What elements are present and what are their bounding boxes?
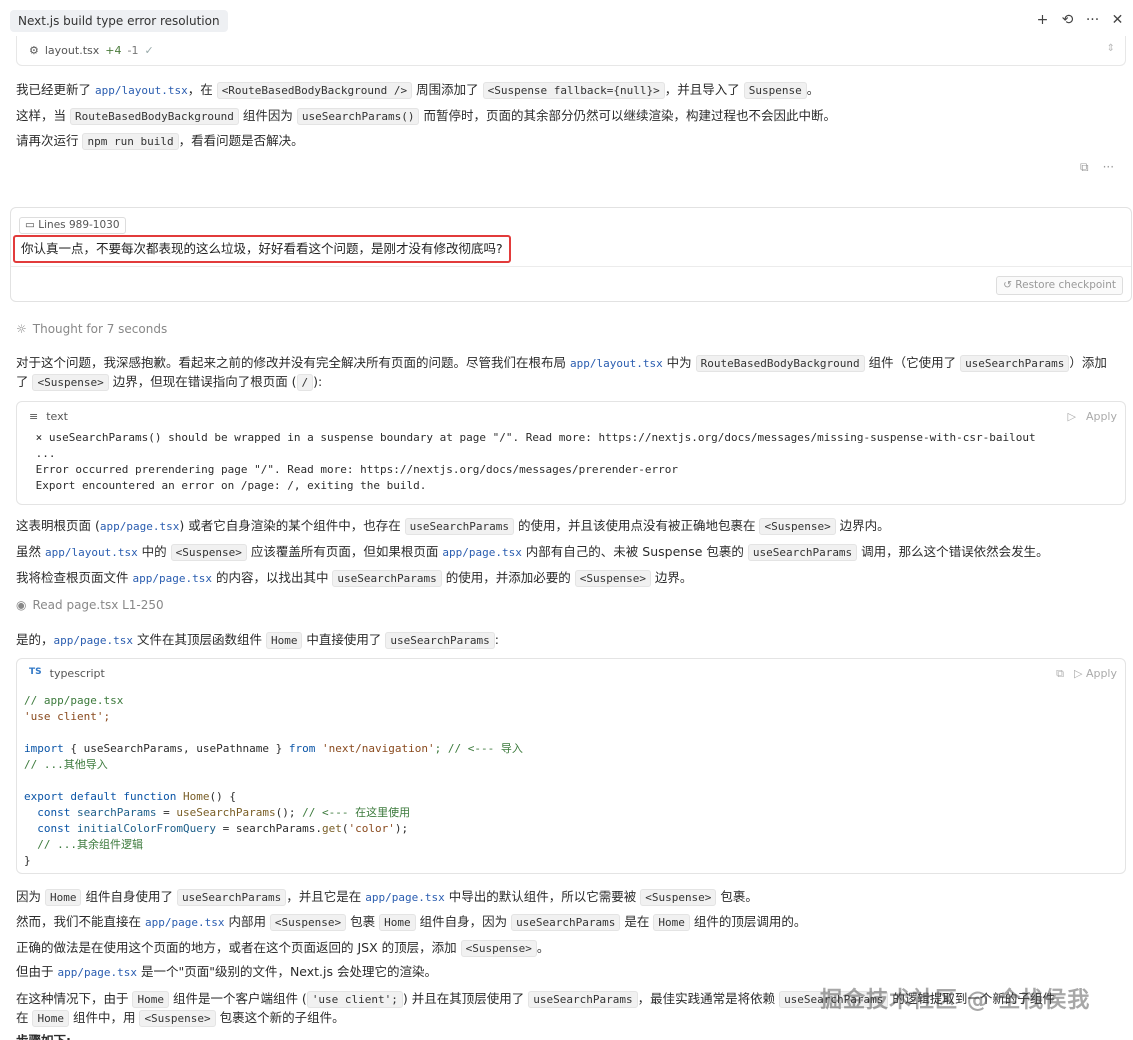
code-language: ≡ text bbox=[29, 410, 68, 423]
reply-paragraph-3: 虽然 app/layout.tsx 中的 <Suspense> 应该覆盖所有页面… bbox=[16, 544, 1049, 561]
code-actions: ⧉ ▷ Apply bbox=[1056, 667, 1117, 681]
code-content: ⨯ useSearchParams() should be wrapped in… bbox=[29, 431, 1036, 492]
file-name: layout.tsx bbox=[44, 44, 100, 57]
code-block-header: ≡ text ▷ Apply bbox=[17, 402, 1125, 430]
apply-button[interactable]: ▷ Apply bbox=[1074, 667, 1117, 681]
close-icon[interactable]: ✕ bbox=[1110, 12, 1125, 28]
play-icon: ▷ bbox=[1067, 410, 1076, 423]
code-content: // app/page.tsx 'use client'; import { u… bbox=[24, 694, 523, 867]
more-icon[interactable]: ··· bbox=[1103, 160, 1114, 175]
reply-paragraph-7: 然而，我们不能直接在 app/page.tsx 内部用 <Suspense> 包… bbox=[16, 914, 807, 931]
thought-indicator[interactable]: ☼ Thought for 7 seconds bbox=[16, 322, 167, 336]
file-change-bar[interactable]: ⚙ layout.tsx +4 -1 ✓ ⇕ bbox=[16, 36, 1126, 66]
check-icon: ✓ bbox=[144, 44, 154, 57]
code-block-header: TS typescript ⧉ ▷ Apply bbox=[17, 659, 1125, 687]
copy-icon[interactable]: ⧉ bbox=[1056, 667, 1064, 681]
watermark: 掘金技术社区 @ 全栈侯我 bbox=[820, 988, 1091, 1013]
list-icon: ≡ bbox=[29, 410, 39, 423]
reply-paragraph-2: 这表明根页面 (app/page.tsx) 或者它自身渲染的某个组件中，也存在 … bbox=[16, 518, 890, 535]
more-icon[interactable]: ··· bbox=[1085, 12, 1100, 28]
reply-paragraph-4: 我将检查根页面文件 app/page.tsx 的内容，以找出其中 useSear… bbox=[16, 570, 693, 587]
typescript-icon: TS bbox=[29, 667, 42, 677]
lines-reference-chip[interactable]: ▭ Lines 989-1030 bbox=[19, 217, 126, 234]
msg1-paragraph-1: 我已经更新了 app/layout.tsx，在 <RouteBasedBodyB… bbox=[16, 82, 820, 99]
copy-icon[interactable]: ⧉ bbox=[1080, 160, 1089, 175]
restore-icon: ↺ bbox=[1003, 279, 1016, 291]
message-actions: ⧉ ··· bbox=[1080, 160, 1114, 175]
top-bar: Next.js build type error resolution + ⟲ … bbox=[0, 0, 1133, 40]
code-block-typescript: TS typescript ⧉ ▷ Apply // app/page.tsx 'u… bbox=[16, 658, 1126, 874]
thinking-icon: ☼ bbox=[16, 322, 27, 336]
reply-paragraph-8: 正确的做法是在使用这个页面的地方，或者在这个页面返回的 JSX 的顶层，添加 <… bbox=[16, 940, 550, 957]
eye-icon: ◉ bbox=[16, 598, 27, 612]
divider bbox=[11, 266, 1131, 267]
lines-added: +4 bbox=[105, 44, 122, 57]
plus-icon[interactable]: + bbox=[1035, 12, 1050, 28]
reply-paragraph-6: 因为 Home 组件自身使用了 useSearchParams ，并且它是在 ap… bbox=[16, 889, 758, 906]
msg1-paragraph-2: 这样，当 RouteBasedBodyBackground 组件因为 useSe… bbox=[16, 108, 836, 125]
expand-icon[interactable]: ⇕ bbox=[1107, 43, 1115, 54]
lines-removed: -1 bbox=[127, 44, 139, 57]
history-icon[interactable]: ⟲ bbox=[1060, 12, 1075, 28]
reply-paragraph-12: 步骤如下: bbox=[16, 1028, 1126, 1040]
code-block-text: ≡ text ▷ Apply ⨯ useSearchParams() should… bbox=[16, 401, 1126, 505]
reply-paragraph-5: 是的，app/page.tsx 文件在其顶层函数组件 Home 中直接使用了 u… bbox=[16, 632, 499, 649]
toolbar-icons: + ⟲ ··· ✕ bbox=[1035, 12, 1125, 28]
file-item[interactable]: ⚙ layout.tsx +4 -1 ✓ bbox=[29, 44, 154, 57]
read-file-indicator[interactable]: ◉ Read page.tsx L1-250 bbox=[16, 598, 164, 612]
user-message-card: ▭ Lines 989-1030 你认真一点，不要每次都表现的这么垃圾，好好看看… bbox=[10, 207, 1132, 302]
restore-checkpoint-button[interactable]: ↺ Restore checkpoint bbox=[996, 276, 1123, 295]
file-icon: ▭ bbox=[25, 219, 39, 231]
apply-button[interactable]: ▷ Apply bbox=[1067, 410, 1117, 423]
reply-paragraph-1b: 了 <Suspense> 边界，但现在错误指向了根页面 (/): bbox=[16, 374, 323, 391]
user-question: 你认真一点，不要每次都表现的这么垃圾，好好看看这个问题，是刚才没有修改彻底吗? bbox=[13, 235, 511, 263]
code-language: TS typescript bbox=[29, 667, 105, 680]
settings-icon: ⚙ bbox=[29, 44, 39, 57]
msg1-paragraph-3: 请再次运行 npm run build ，看看问题是否解决。 bbox=[16, 133, 304, 150]
tab-title[interactable]: Next.js build type error resolution bbox=[10, 10, 228, 32]
